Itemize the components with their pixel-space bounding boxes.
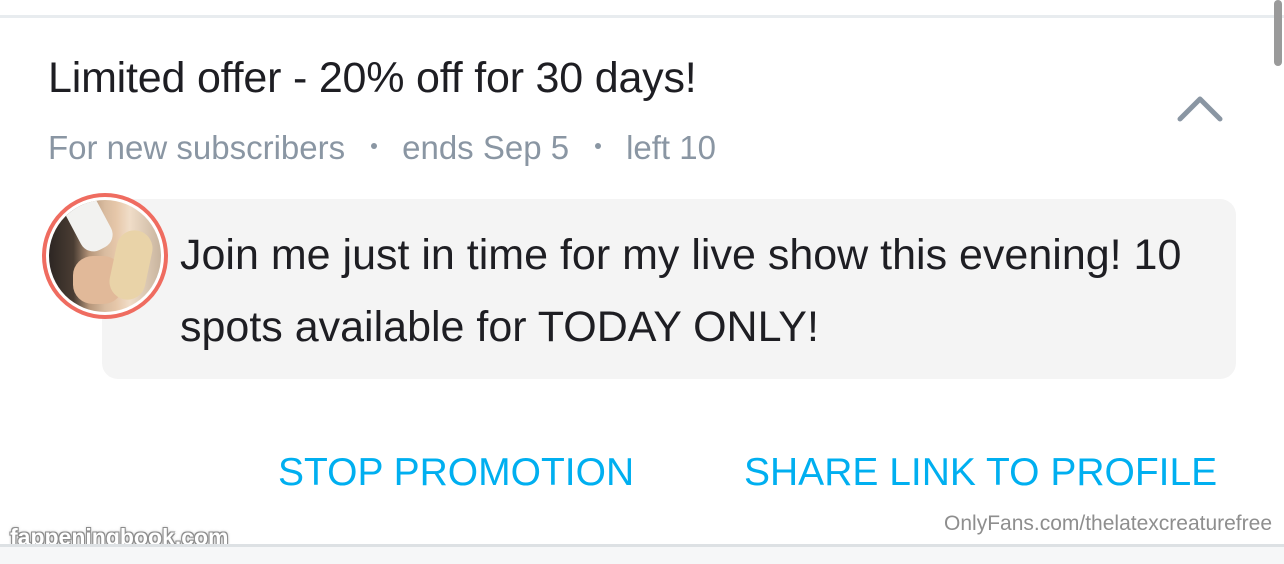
promo-title: Limited offer - 20% off for 30 days! [48, 54, 697, 102]
chevron-up-icon [1177, 96, 1223, 122]
profile-url-watermark: OnlyFans.com/thelatexcreaturefree [944, 512, 1272, 535]
collapse-button[interactable] [1168, 82, 1232, 134]
promo-audience: For new subscribers [48, 129, 346, 166]
promo-meta: For new subscribers ends Sep 5 left 10 [48, 125, 716, 171]
next-card-edge [0, 547, 1284, 564]
separator-dot-icon [371, 143, 378, 149]
share-link-to-profile-button[interactable]: SHARE LINK TO PROFILE [744, 446, 1217, 500]
avatar[interactable] [42, 193, 168, 319]
promo-left: left 10 [626, 129, 716, 166]
top-divider [0, 15, 1284, 18]
stop-promotion-button[interactable]: STOP PROMOTION [278, 446, 634, 500]
separator-dot-icon [595, 143, 602, 149]
scrollbar-thumb[interactable] [1274, 0, 1282, 66]
avatar-photo [49, 200, 161, 312]
promo-actions: STOP PROMOTION SHARE LINK TO PROFILE [0, 446, 1284, 500]
promo-message: Join me just in time for my live show th… [180, 231, 1182, 351]
promo-ends: ends Sep 5 [402, 129, 570, 166]
